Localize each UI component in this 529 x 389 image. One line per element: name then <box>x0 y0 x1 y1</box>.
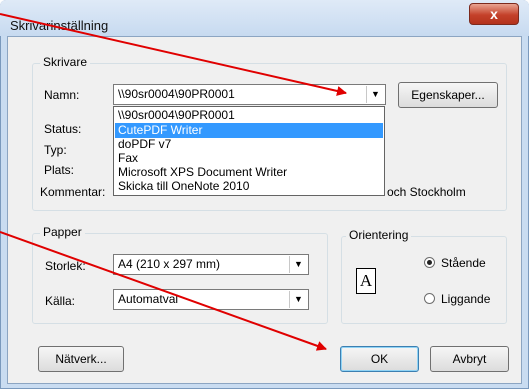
dropdown-item-fax[interactable]: Fax <box>115 151 383 166</box>
chevron-down-icon[interactable]: ▼ <box>366 86 384 103</box>
status-label: Status: <box>44 122 82 136</box>
ok-button[interactable]: OK <box>340 346 419 372</box>
chevron-down-icon[interactable]: ▼ <box>289 291 307 308</box>
close-icon: x <box>490 6 498 22</box>
portrait-label[interactable]: Stående <box>441 256 486 270</box>
printer-dropdown-list: \\90sr0004\90PR0001 CutePDF Writer doPDF… <box>113 106 385 196</box>
comment-value: och Stockholm <box>387 185 466 199</box>
page-orientation-icon: A <box>356 268 376 294</box>
name-label: Namn: <box>44 88 80 102</box>
paper-size-value: A4 (210 x 297 mm) <box>118 257 221 271</box>
paper-group <box>32 233 328 324</box>
chevron-down-icon[interactable]: ▼ <box>289 256 307 273</box>
printer-name-select[interactable]: \\90sr0004\90PR0001 ▼ <box>113 84 386 105</box>
printer-group-legend: Skrivare <box>40 55 91 69</box>
properties-button[interactable]: Egenskaper... <box>398 82 498 108</box>
paper-size-select[interactable]: A4 (210 x 297 mm) ▼ <box>113 254 309 275</box>
dropdown-item-cutepdf[interactable]: CutePDF Writer <box>115 123 383 138</box>
dropdown-item-90pr0001[interactable]: \\90sr0004\90PR0001 <box>115 108 383 123</box>
landscape-radio[interactable] <box>424 293 435 304</box>
paper-group-legend: Papper <box>40 225 85 239</box>
dropdown-item-xps[interactable]: Microsoft XPS Document Writer <box>115 165 383 180</box>
location-label: Plats: <box>44 163 75 177</box>
portrait-radio[interactable] <box>424 257 435 268</box>
printer-name-value: \\90sr0004\90PR0001 <box>118 87 235 101</box>
cancel-button[interactable]: Avbryt <box>430 346 509 372</box>
type-label: Typ: <box>44 143 67 157</box>
comment-label: Kommentar: <box>40 185 106 199</box>
size-label: Storlek: <box>45 259 86 273</box>
dropdown-item-dopdf[interactable]: doPDF v7 <box>115 137 383 152</box>
window-title: Skrivarinställning <box>10 18 109 33</box>
paper-source-value: Automatval <box>118 292 179 306</box>
close-button[interactable]: x <box>469 3 519 25</box>
dropdown-item-onenote[interactable]: Skicka till OneNote 2010 <box>115 179 383 194</box>
orientation-group-legend: Orientering <box>346 228 412 242</box>
network-button[interactable]: Nätverk... <box>38 346 124 372</box>
paper-source-select[interactable]: Automatval ▼ <box>113 289 309 310</box>
landscape-label[interactable]: Liggande <box>441 292 490 306</box>
source-label: Källa: <box>45 294 76 308</box>
